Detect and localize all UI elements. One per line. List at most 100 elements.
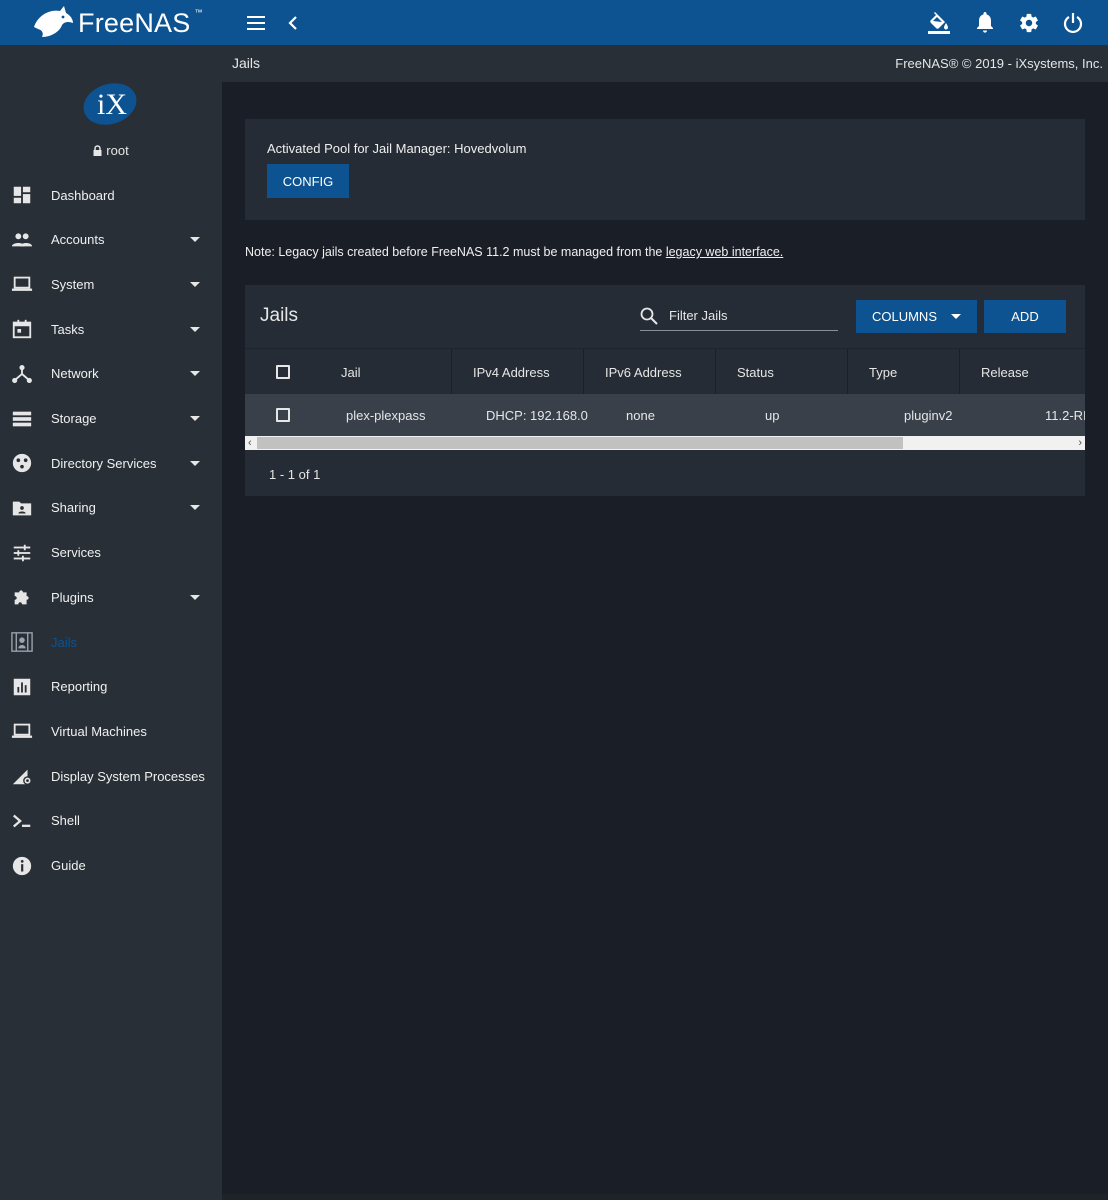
breadcrumb: Jails	[232, 55, 261, 71]
sidebar-item-sharing[interactable]: Sharing	[0, 486, 222, 530]
sidebar-item-label: System	[51, 276, 95, 292]
row-checkbox[interactable]	[276, 408, 290, 422]
column-header[interactable]: IPv6 Address	[605, 349, 682, 395]
sidebar-item-label: Storage	[51, 411, 97, 426]
table-header: Jail IPv4 Address IPv6 Address Status Ty…	[245, 348, 1085, 395]
ix-avatar-icon: iX	[83, 83, 137, 125]
activated-pool-text: Activated Pool for Jail Manager: Hovedvo…	[267, 141, 527, 156]
network-icon	[10, 362, 34, 386]
caret-down-icon	[190, 594, 200, 600]
sidebar-item-shell[interactable]: Shell	[0, 799, 222, 843]
sidebar-item-accounts[interactable]: Accounts	[0, 218, 222, 262]
directory-icon	[10, 451, 34, 475]
sidebar-item-label: Virtual Machines	[51, 723, 147, 739]
scroll-left-icon[interactable]: ‹	[248, 436, 252, 450]
sidebar-item-jails[interactable]: Jails	[0, 620, 222, 664]
sidebar-item-directory-services[interactable]: Directory Services	[0, 441, 222, 485]
add-button[interactable]: ADD	[984, 300, 1066, 333]
search-icon	[640, 307, 658, 325]
type-cell: pluginv2	[904, 407, 953, 423]
column-header[interactable]: Jail	[341, 349, 361, 395]
caret-down-icon	[190, 460, 200, 466]
sidebar-item-label: Directory Services	[51, 455, 157, 471]
copyright-text: FreeNAS® © 2019 - iXsystems, Inc.	[895, 56, 1103, 71]
caret-down-icon	[190, 505, 200, 511]
laptop-icon	[10, 719, 34, 743]
column-divider[interactable]	[847, 349, 848, 395]
username: root	[0, 143, 222, 158]
power-icon	[1063, 13, 1083, 33]
column-divider[interactable]	[451, 349, 452, 395]
scrollbar-thumb[interactable]	[257, 437, 903, 449]
folder-share-icon	[10, 496, 34, 520]
ipv6-cell: none	[626, 407, 655, 423]
sidebar-item-network[interactable]: Network	[0, 352, 222, 396]
sidebar-item-label: Network	[51, 366, 99, 382]
sidebar-item-label: Guide	[51, 858, 86, 873]
column-header[interactable]: IPv4 Address	[473, 349, 550, 395]
sidebar-item-system[interactable]: System	[0, 262, 222, 306]
gear-icon	[1020, 13, 1038, 33]
column-header[interactable]: Status	[737, 349, 774, 395]
column-header[interactable]: Release	[981, 349, 1029, 395]
logo-trademark: ™	[194, 8, 203, 17]
theme-button[interactable]	[924, 8, 954, 38]
columns-button[interactable]: COLUMNS	[856, 300, 977, 333]
sidebar-item-label: Accounts	[51, 232, 105, 248]
caret-down-icon	[951, 314, 961, 319]
sidebar-item-reporting[interactable]: Reporting	[0, 665, 222, 709]
dashboard-icon	[10, 183, 34, 207]
sidebar-item-services[interactable]: Services	[0, 531, 222, 575]
jail-icon	[10, 630, 34, 654]
collapse-sidebar-button[interactable]	[278, 8, 308, 38]
caret-down-icon	[190, 326, 200, 332]
sidebar-item-label: Shell	[51, 813, 80, 829]
sidebar-item-tasks[interactable]: Tasks	[0, 307, 222, 351]
table-title: Jails	[260, 305, 299, 326]
column-divider[interactable]	[715, 349, 716, 395]
settings-button[interactable]	[1014, 8, 1044, 38]
chevron-left-icon	[288, 16, 297, 30]
sidebar-item-label: Services	[51, 545, 101, 561]
menu-icon	[247, 16, 265, 30]
config-button[interactable]: CONFIG	[267, 164, 349, 198]
shell-icon	[10, 809, 34, 833]
jails-table-card: Jails COLUMNS ADD Jail IPv4 Address IPv6…	[245, 285, 1085, 496]
sidebar-item-display-system-processes[interactable]: Display System Processes	[0, 754, 222, 798]
storage-icon	[10, 407, 34, 431]
sidebar-item-virtual-machines[interactable]: Virtual Machines	[0, 709, 222, 753]
caret-down-icon	[190, 371, 200, 377]
table-row[interactable]: plex-plexpass DHCP: 192.168.0 none up pl…	[245, 394, 1085, 436]
column-header[interactable]: Type	[869, 349, 897, 395]
caret-down-icon	[190, 416, 200, 421]
sidebar-item-storage[interactable]: Storage	[0, 397, 222, 441]
processes-icon	[10, 764, 34, 788]
sidebar-item-label: Sharing	[51, 500, 96, 516]
sidebar-item-guide[interactable]: Guide	[0, 844, 222, 888]
filter-jails-input[interactable]	[669, 308, 834, 323]
sidebar: iX root Dashboard Accounts System Tasks Netw…	[0, 45, 222, 1200]
power-button[interactable]	[1058, 8, 1088, 38]
lock-icon	[93, 145, 102, 156]
jail-manager-card: Activated Pool for Jail Manager: Hovedvo…	[245, 119, 1085, 220]
scroll-right-icon[interactable]: ›	[1078, 436, 1082, 450]
sidebar-item-plugins[interactable]: Plugins	[0, 575, 222, 619]
menu-toggle-button[interactable]	[241, 8, 271, 38]
sidebar-item-dashboard[interactable]: Dashboard	[0, 173, 222, 217]
select-all-checkbox[interactable]	[276, 365, 290, 379]
legacy-web-interface-link[interactable]: legacy web interface.	[666, 245, 783, 259]
ipv4-cell: DHCP: 192.168.0	[486, 407, 588, 423]
horizontal-scrollbar[interactable]: ‹ ›	[245, 436, 1085, 450]
accounts-icon	[10, 228, 34, 252]
puzzle-icon	[10, 585, 34, 609]
column-divider[interactable]	[959, 349, 960, 395]
sidebar-item-label: Tasks	[51, 321, 85, 337]
freenas-logo[interactable]: FreeNAS ™	[30, 4, 202, 42]
notifications-button[interactable]	[970, 8, 1000, 38]
sub-header: Jails FreeNAS® © 2019 - iXsystems, Inc.	[222, 45, 1108, 82]
sidebar-item-label: Dashboard	[51, 187, 115, 203]
sidebar-item-label: Reporting	[51, 679, 108, 695]
caret-down-icon	[190, 281, 200, 287]
bell-icon	[977, 12, 993, 33]
column-divider[interactable]	[583, 349, 584, 395]
